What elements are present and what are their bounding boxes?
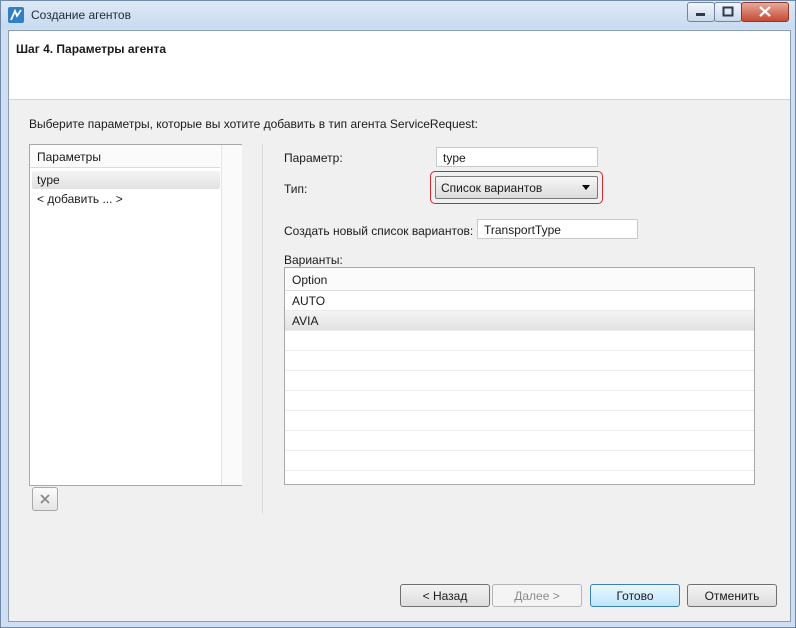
list-item-add[interactable]: < добавить ... > xyxy=(32,190,220,208)
table-row-empty xyxy=(285,451,754,471)
type-dropdown-value: Список вариантов xyxy=(441,181,543,195)
parameters-list-scrollbar[interactable] xyxy=(221,145,242,485)
parameters-list-header: Параметры xyxy=(30,145,220,168)
list-item-label: type xyxy=(37,173,60,187)
close-icon xyxy=(759,6,771,17)
table-row-empty xyxy=(285,371,754,391)
finish-button[interactable]: Готово xyxy=(590,584,680,607)
instruction-text: Выберите параметры, которые вы хотите до… xyxy=(29,117,478,131)
vertical-divider xyxy=(262,144,263,514)
type-dropdown[interactable]: Список вариантов xyxy=(435,176,598,199)
wizard-header: Шаг 4. Параметры агента xyxy=(9,31,790,100)
dialog-client-area: Шаг 4. Параметры агента Выберите парамет… xyxy=(8,30,791,622)
column-header-option: Option xyxy=(292,273,328,287)
delete-parameter-button[interactable] xyxy=(32,487,58,511)
chevron-down-icon xyxy=(582,185,590,190)
next-button[interactable]: Далее > xyxy=(492,584,582,607)
table-row-empty xyxy=(285,431,754,451)
parameters-list-header-label: Параметры xyxy=(37,150,101,164)
new-list-label: Создать новый список вариантов: xyxy=(284,224,474,238)
table-row[interactable]: AVIA xyxy=(285,311,754,331)
table-row[interactable]: AUTO xyxy=(285,291,754,311)
table-row-empty xyxy=(285,331,754,351)
variants-table-header: Option xyxy=(285,268,754,291)
type-highlight: Список вариантов xyxy=(430,171,603,204)
new-list-field[interactable]: TransportType xyxy=(477,219,638,239)
table-cell: AUTO xyxy=(292,294,326,308)
list-item-label: < добавить ... > xyxy=(37,192,123,206)
list-item-type[interactable]: type xyxy=(32,171,220,189)
variants-table[interactable]: Option AUTO AVIA xyxy=(284,267,755,485)
parameter-label: Параметр: xyxy=(284,151,343,165)
dialog-window: Создание агентов Шаг 4. Параметры агента… xyxy=(0,0,796,628)
maximize-button[interactable] xyxy=(714,2,742,22)
delete-icon xyxy=(40,494,50,504)
parameter-name-field[interactable]: type xyxy=(436,147,598,167)
type-label: Тип: xyxy=(284,182,308,196)
cancel-button[interactable]: Отменить xyxy=(687,584,777,607)
table-row-empty xyxy=(285,391,754,411)
parameters-list[interactable]: Параметры type < добавить ... > xyxy=(29,144,242,486)
close-button[interactable] xyxy=(741,2,789,22)
title-bar[interactable]: Создание агентов xyxy=(1,1,795,29)
variants-label: Варианты: xyxy=(284,253,343,267)
table-cell: AVIA xyxy=(292,314,319,328)
app-icon xyxy=(8,7,24,23)
step-title: Шаг 4. Параметры агента xyxy=(16,42,167,56)
window-title: Создание агентов xyxy=(31,8,131,22)
back-button[interactable]: < Назад xyxy=(400,584,490,607)
table-row-empty xyxy=(285,411,754,431)
table-row-empty xyxy=(285,351,754,371)
minimize-button[interactable] xyxy=(687,2,715,22)
